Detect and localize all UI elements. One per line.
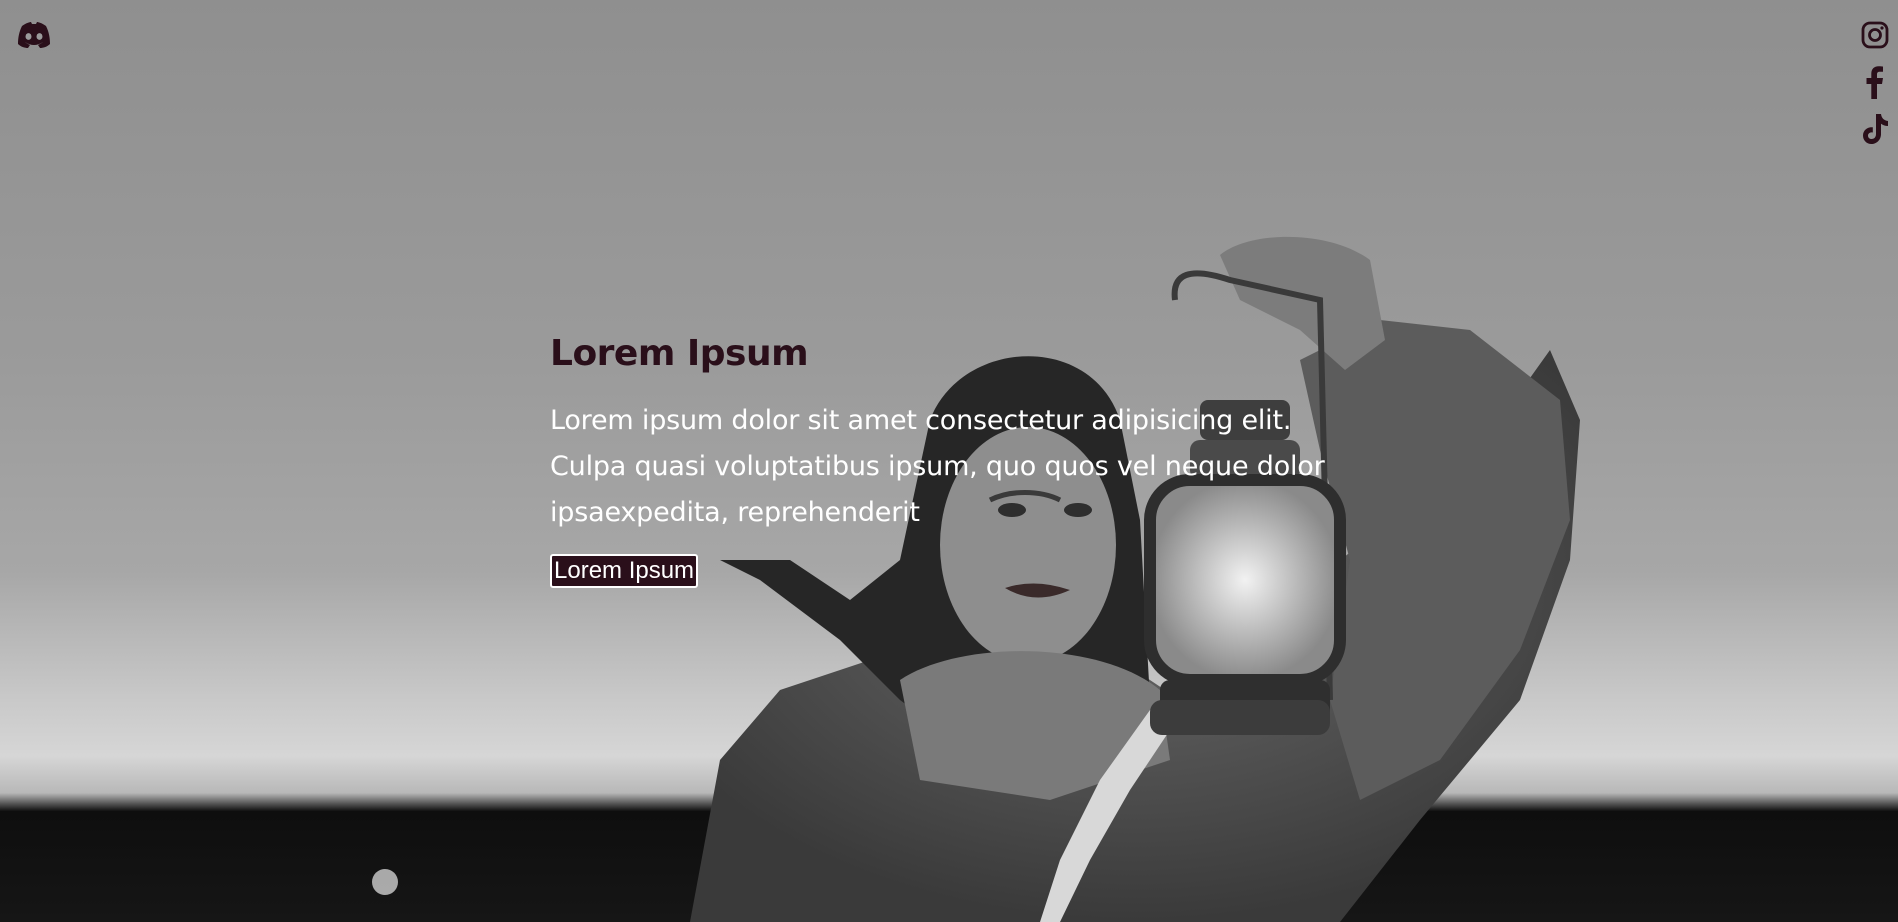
hero-cta-button[interactable]: Lorem Ipsum — [550, 554, 699, 588]
hero-title: Lorem Ipsum — [550, 333, 809, 374]
hero-section: Lorem Ipsum Lorem ipsum dolor sit amet c… — [0, 0, 1898, 922]
hero-text: Lorem ipsum dolor sit amet consectetur a… — [550, 405, 1325, 528]
discord-icon[interactable] — [16, 20, 52, 50]
tiktok-icon[interactable] — [1860, 112, 1890, 146]
instagram-icon[interactable] — [1860, 20, 1890, 54]
hero-content: Lorem Ipsum Lorem ipsum dolor sit amet c… — [550, 330, 1370, 588]
facebook-icon[interactable] — [1860, 66, 1890, 100]
social-links — [1860, 20, 1890, 158]
